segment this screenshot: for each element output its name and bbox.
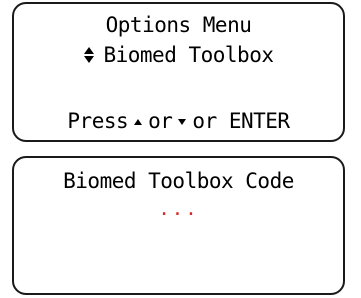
menu-selection-label: Biomed Toolbox — [103, 43, 274, 67]
prompt-or-text: or — [148, 109, 173, 133]
code-entry-field[interactable]: ... — [14, 196, 343, 222]
up-triangle-icon — [134, 119, 143, 125]
toolbox-code-title: Biomed Toolbox Code — [63, 169, 294, 193]
toolbox-code-display: Biomed Toolbox Code ... — [12, 156, 345, 295]
navigation-prompt: Press or or ENTER — [14, 108, 343, 134]
prompt-or-enter-text: or ENTER — [192, 109, 290, 133]
menu-selection-row[interactable]: Biomed Toolbox — [14, 42, 343, 68]
options-menu-title: Options Menu — [105, 13, 252, 37]
prompt-press-text: Press — [67, 109, 129, 133]
options-menu-display: Options Menu Biomed Toolbox Press or or EN… — [12, 2, 345, 142]
down-triangle-icon — [178, 119, 187, 125]
up-down-arrows-icon — [83, 47, 95, 63]
